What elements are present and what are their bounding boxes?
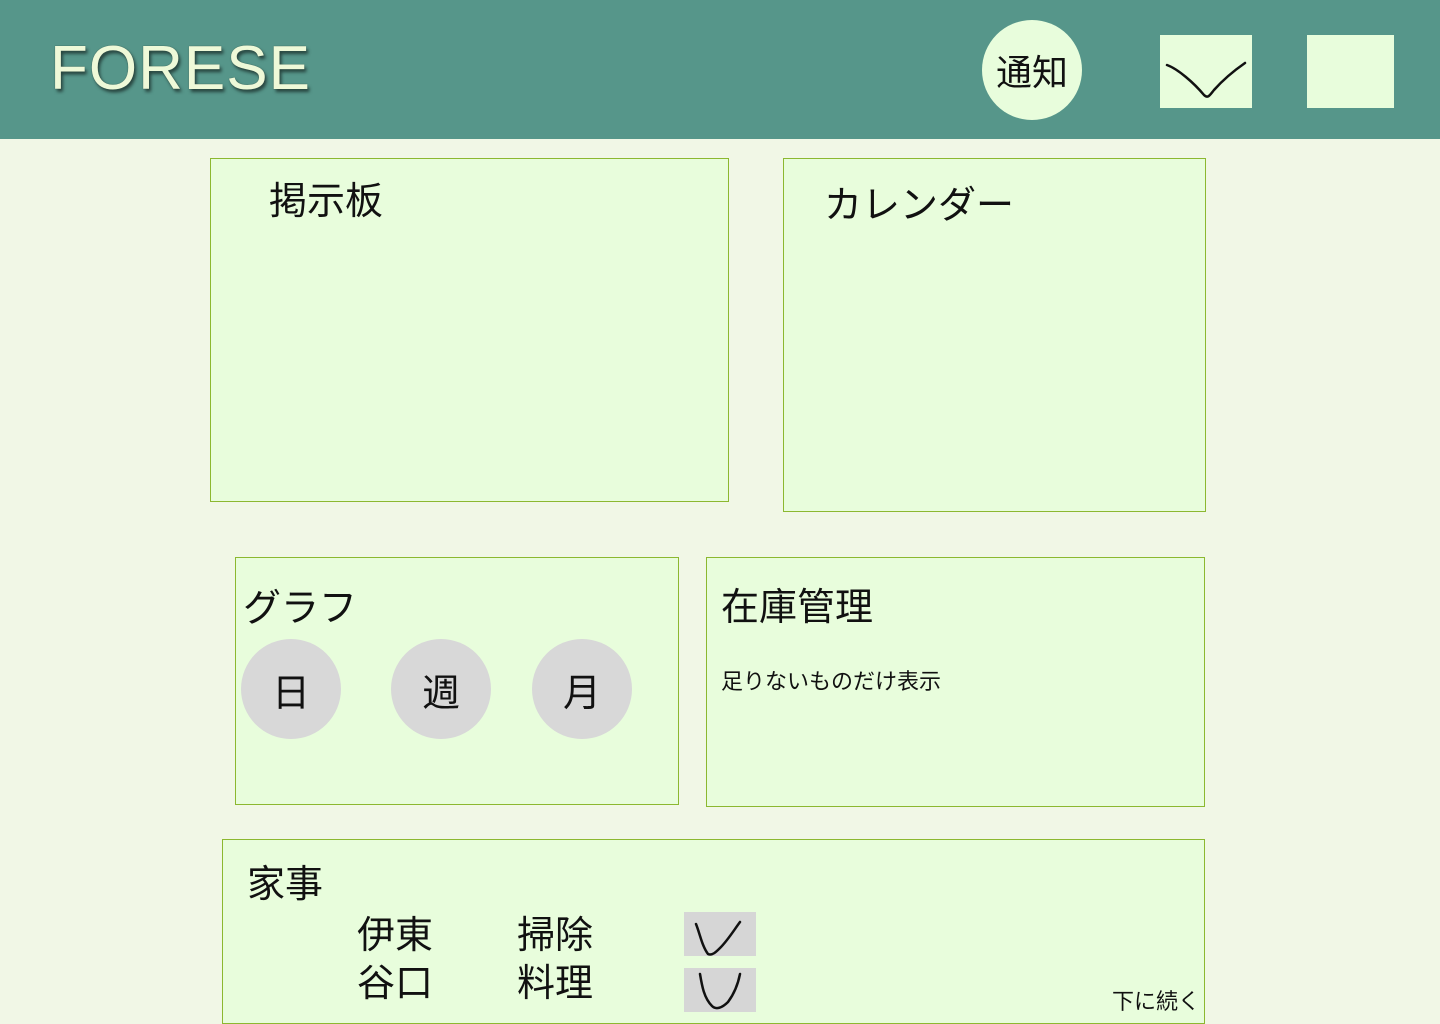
chores-title: 家事 [247,862,324,906]
notification-button[interactable]: 通知 [982,20,1082,120]
chore-task: 料理 [517,961,594,1005]
calendar-title: カレンダー [824,183,1015,227]
header-check-button[interactable] [1160,35,1252,108]
graph-title: グラフ [243,586,358,630]
app-header: FORESE 通知 [0,0,1440,139]
checkmark-icon [1165,61,1247,98]
inventory-panel[interactable]: 在庫管理 足りないものだけ表示 [706,557,1205,807]
checkmark-icon [698,972,742,1010]
bulletin-board-panel[interactable]: 掲示板 [210,158,729,502]
chore-done-checkbox[interactable] [684,912,756,956]
graph-panel: グラフ 日 週 月 [235,557,679,805]
chore-task: 掃除 [517,913,594,957]
chore-person: 伊東 [357,913,434,957]
bulletin-board-title: 掲示板 [269,179,384,223]
chores-panel: 家事 伊東 掃除 谷口 料理 下に続く [222,839,1205,1024]
period-day-button[interactable]: 日 [241,639,341,739]
period-week-button[interactable]: 週 [391,639,491,739]
header-menu-button[interactable] [1307,35,1394,108]
inventory-title: 在庫管理 [721,585,874,629]
calendar-panel[interactable]: カレンダー [783,158,1206,512]
inventory-filter-note: 足りないものだけ表示 [721,670,942,695]
show-more-link[interactable]: 下に続く [1112,990,1200,1016]
chore-person: 谷口 [357,961,434,1005]
period-month-button[interactable]: 月 [532,639,632,739]
app-title: FORESE [50,34,311,103]
chore-done-checkbox[interactable] [684,968,756,1012]
checkmark-icon [694,920,742,956]
